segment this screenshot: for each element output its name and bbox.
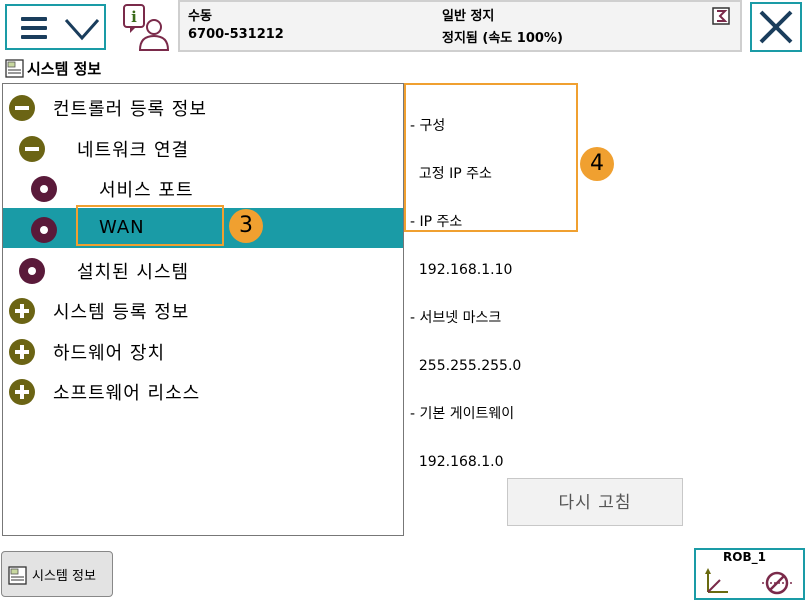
- tree-item-label: 네트워크 연결: [77, 140, 190, 161]
- system-id-text: 6700-531212: [188, 27, 284, 42]
- callout-badge-4: 4: [580, 147, 614, 181]
- hamburger-icon: [21, 17, 47, 39]
- tree-item-system-properties[interactable]: 시스템 등록 정보: [3, 289, 403, 329]
- detail-line: - IP 주소: [410, 214, 463, 230]
- tree-item-software-resources[interactable]: 소프트웨어 리소스: [3, 370, 403, 410]
- refresh-button[interactable]: 다시 고침: [507, 478, 683, 526]
- detail-line: - 구성: [410, 118, 446, 134]
- run-state-text: 정지됨 (속도 100%): [442, 31, 563, 46]
- robot-unit-label: ROB_1: [723, 550, 766, 564]
- system-info-icon: [8, 566, 27, 585]
- callout-badge-3: 3: [229, 209, 263, 243]
- tree-item-label: 컨트롤러 등록 정보: [53, 99, 207, 120]
- minus-circle-icon[interactable]: [19, 136, 45, 162]
- page-title: 시스템 정보: [27, 60, 102, 78]
- wan-callout-box: [76, 205, 224, 246]
- node-circle-icon: [19, 258, 45, 284]
- tree-item-hardware-devices[interactable]: 하드웨어 장치: [3, 330, 403, 370]
- detail-line: 192.168.1.0: [410, 454, 504, 470]
- tree-item-service-port[interactable]: 서비스 포트: [3, 167, 403, 207]
- status-flag-icon: [712, 7, 730, 25]
- coordinate-axes-icon: [705, 568, 728, 593]
- mode-text: 수동: [188, 9, 212, 24]
- page-header: [0, 56, 808, 83]
- tree-item-label: 소프트웨어 리소스: [53, 383, 201, 404]
- close-icon: [759, 10, 793, 44]
- tool-disabled-icon: [762, 571, 792, 595]
- tree-item-label: 서비스 포트: [99, 180, 194, 201]
- user-info-icon[interactable]: i: [120, 2, 172, 54]
- plus-circle-icon[interactable]: [9, 339, 35, 365]
- tree-item-label: 시스템 등록 정보: [53, 302, 190, 323]
- close-button[interactable]: [750, 2, 802, 52]
- taskbar-tab-label: 시스템 정보: [32, 569, 96, 584]
- node-circle-icon: [31, 217, 57, 243]
- state-text: 일반 정지: [442, 9, 495, 24]
- chevron-down-icon: [64, 19, 100, 41]
- system-info-tree: 컨트롤러 등록 정보 네트워크 연결 서비스 포트 WAN 설치된 시스템 시스…: [2, 83, 404, 536]
- plus-circle-icon[interactable]: [9, 379, 35, 405]
- status-panel: 수동 6700-531212 일반 정지 정지됨 (속도 100%): [178, 0, 742, 52]
- detail-line: 192.168.1.10: [410, 262, 513, 278]
- detail-line: - 기본 게이트웨이: [410, 406, 515, 422]
- tree-item-controller-properties[interactable]: 컨트롤러 등록 정보: [3, 86, 403, 126]
- tree-item-installed-systems[interactable]: 설치된 시스템: [3, 249, 403, 289]
- main-menu-button[interactable]: [5, 4, 106, 50]
- network-details: - 구성 고정 IP 주소 - IP 주소 192.168.1.10 - 서브넷…: [410, 86, 521, 486]
- minus-circle-icon[interactable]: [9, 95, 35, 121]
- plus-circle-icon[interactable]: [9, 298, 35, 324]
- tree-item-label: 하드웨어 장치: [53, 343, 166, 364]
- detail-line: 고정 IP 주소: [410, 166, 492, 182]
- tree-item-network-connections[interactable]: 네트워크 연결: [3, 127, 403, 167]
- detail-line: - 서브넷 마스크: [410, 310, 502, 326]
- node-circle-icon: [31, 176, 57, 202]
- svg-text:i: i: [131, 8, 137, 26]
- tree-item-label: 설치된 시스템: [77, 262, 190, 283]
- detail-line: 255.255.255.0: [410, 358, 522, 374]
- system-info-icon: [5, 59, 24, 78]
